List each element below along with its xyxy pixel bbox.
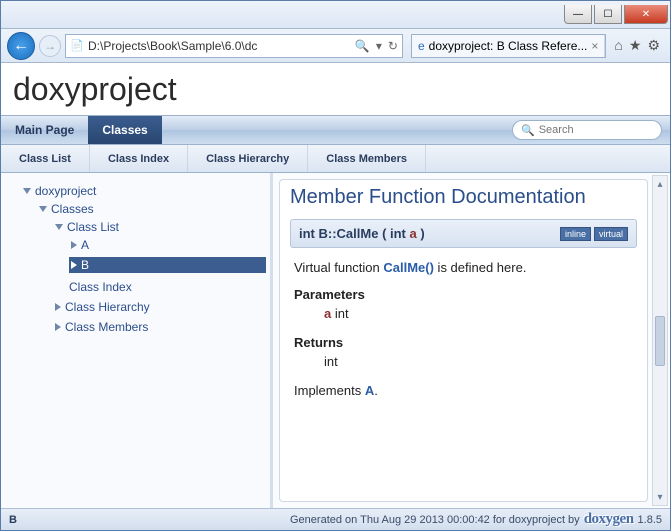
settings-icon[interactable]: ⚙	[647, 37, 660, 54]
page-content: doxyproject Main Page Classes 🔍 Class Li…	[1, 63, 670, 530]
scrollbar[interactable]: ▴ ▾	[652, 175, 668, 506]
expand-icon	[55, 323, 61, 331]
description: Virtual function CallMe() is defined her…	[290, 260, 637, 398]
submenu-class-index[interactable]: Class Index	[90, 145, 188, 172]
nav-tree: doxyproject Classes Class List A B	[1, 173, 273, 508]
submenu-class-hierarchy[interactable]: Class Hierarchy	[188, 145, 308, 172]
minimize-button[interactable]: —	[564, 5, 592, 24]
tree-class-b[interactable]: B	[69, 257, 266, 273]
split-pane: doxyproject Classes Class List A B	[1, 173, 670, 508]
menu-main-page[interactable]: Main Page	[1, 116, 88, 144]
sub-menu: Class List Class Index Class Hierarchy C…	[1, 145, 670, 173]
doxygen-logo[interactable]: doxygen	[584, 511, 634, 528]
tree-classes[interactable]: Classes	[37, 201, 266, 217]
search-input[interactable]	[539, 124, 671, 136]
returns-value: int	[294, 354, 633, 369]
refresh-icon[interactable]: ↻	[388, 39, 398, 53]
expand-icon	[55, 303, 61, 311]
browser-tab[interactable]: e doxyproject: B Class Refere... ×	[412, 35, 605, 57]
signature-text: int B::CallMe ( int a )	[299, 226, 425, 241]
section-heading: Member Function Documentation	[290, 186, 637, 209]
page-icon: 📄	[70, 39, 84, 53]
breadcrumb[interactable]: B	[9, 514, 17, 526]
tree-class-list[interactable]: Class List	[53, 219, 266, 235]
version-text: 1.8.5	[638, 514, 662, 526]
tab-close-icon[interactable]: ×	[591, 39, 598, 53]
expand-icon	[55, 224, 63, 230]
badge-virtual: virtual	[594, 227, 628, 241]
maximize-button[interactable]: ☐	[594, 5, 622, 24]
expand-icon	[39, 206, 47, 212]
back-button[interactable]: ←	[7, 32, 35, 60]
scroll-up-icon[interactable]: ▴	[653, 176, 667, 192]
badge-inline: inline	[560, 227, 591, 241]
forward-button[interactable]: →	[39, 35, 61, 57]
menu-classes[interactable]: Classes	[88, 116, 161, 144]
tab-strip: e doxyproject: B Class Refere... ×	[411, 34, 606, 58]
doc-pane: Member Function Documentation int B::Cal…	[273, 173, 670, 508]
submenu-class-members[interactable]: Class Members	[308, 145, 426, 172]
link-class-a[interactable]: A	[365, 383, 374, 398]
ie-icon: e	[418, 39, 425, 53]
tree-class-members[interactable]: Class Members	[53, 319, 266, 335]
expand-icon	[71, 261, 77, 269]
search-icon[interactable]: 🔍	[355, 39, 370, 53]
footer: B Generated on Thu Aug 29 2013 00:00:42 …	[1, 508, 670, 530]
scroll-down-icon[interactable]: ▾	[653, 489, 667, 505]
window-controls: — ☐ ✕	[564, 5, 668, 24]
submenu-class-list[interactable]: Class List	[1, 145, 90, 172]
tree-class-index[interactable]: Class Index	[53, 279, 266, 295]
link-callme[interactable]: CallMe()	[383, 260, 434, 275]
tree-root[interactable]: doxyproject	[21, 183, 266, 199]
close-button[interactable]: ✕	[624, 5, 668, 24]
doc-content: Member Function Documentation int B::Cal…	[279, 179, 648, 502]
search-icon: 🔍	[521, 124, 535, 137]
expand-icon	[71, 241, 77, 249]
tree-class-hierarchy[interactable]: Class Hierarchy	[53, 299, 266, 315]
project-header: doxyproject	[1, 63, 670, 115]
dropdown-icon[interactable]: ▾	[376, 39, 382, 53]
parameters-heading: Parameters	[294, 287, 633, 302]
address-bar[interactable]: 📄 D:\Projects\Book\Sample\6.0\dc 🔍 ▾ ↻	[65, 34, 403, 58]
function-signature: int B::CallMe ( int a ) inline virtual	[290, 219, 637, 248]
scroll-thumb[interactable]	[655, 316, 665, 366]
browser-tools: ⌂ ★ ⚙	[610, 37, 664, 54]
browser-toolbar: ← → 📄 D:\Projects\Book\Sample\6.0\dc 🔍 ▾…	[1, 29, 670, 63]
home-icon[interactable]: ⌂	[614, 37, 622, 54]
search-box[interactable]: 🔍	[512, 120, 662, 140]
tab-title: doxyproject: B Class Refere...	[429, 39, 588, 53]
address-text: D:\Projects\Book\Sample\6.0\dc	[88, 39, 355, 53]
window-titlebar: — ☐ ✕	[1, 1, 670, 29]
returns-heading: Returns	[294, 335, 633, 350]
tree-class-a[interactable]: A	[69, 237, 266, 253]
main-menu: Main Page Classes 🔍	[1, 115, 670, 145]
expand-icon	[23, 188, 31, 194]
generated-text: Generated on Thu Aug 29 2013 00:00:42 fo…	[290, 514, 580, 526]
favorites-icon[interactable]: ★	[629, 37, 642, 54]
project-title: doxyproject	[13, 71, 177, 108]
